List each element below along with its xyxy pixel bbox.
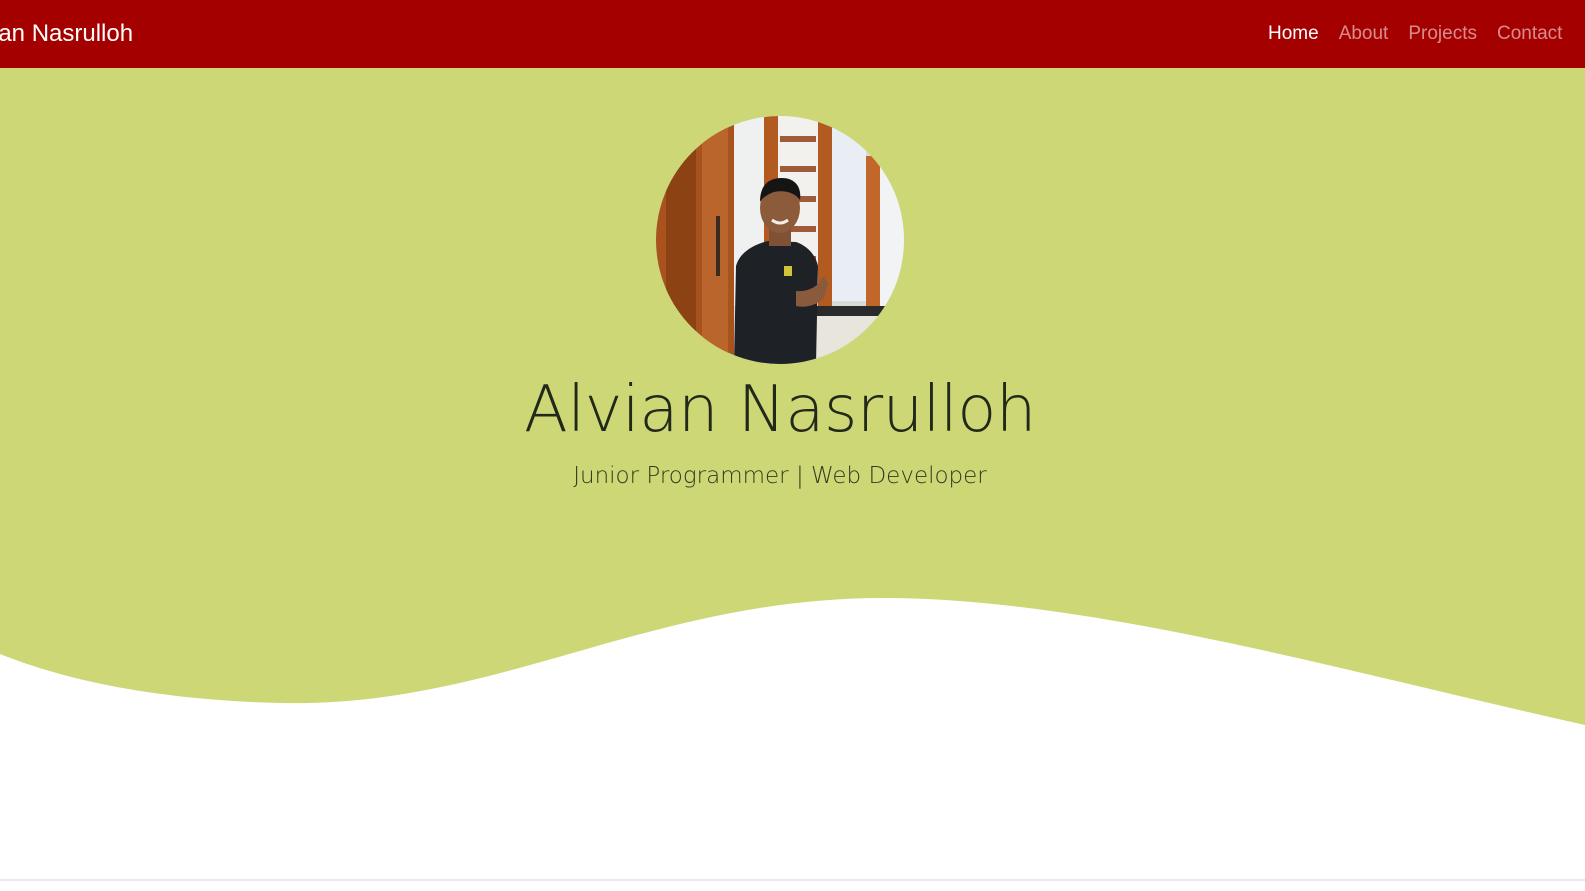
navbar: vian Nasrulloh Home About Projects Conta…	[0, 0, 1585, 68]
nav-link-home[interactable]: Home	[1268, 17, 1319, 51]
navbar-brand[interactable]: vian Nasrulloh	[0, 17, 133, 51]
section-divider	[0, 879, 1585, 881]
nav-link-projects[interactable]: Projects	[1408, 17, 1477, 51]
page: vian Nasrulloh Home About Projects Conta…	[0, 0, 1585, 891]
profile-avatar	[656, 116, 904, 364]
nav-link-contact[interactable]: Contact	[1497, 17, 1562, 51]
nav-link-about[interactable]: About	[1339, 17, 1389, 51]
profile-photo-icon	[656, 116, 904, 364]
hero-section: Alvian Nasrulloh Junior Programmer | Web…	[0, 68, 1585, 891]
nav-links: Home About Projects Contact	[1268, 17, 1562, 51]
hero-name: Alvian Nasrulloh	[524, 373, 1036, 447]
hero-subtitle: Junior Programmer | Web Developer	[573, 463, 987, 489]
